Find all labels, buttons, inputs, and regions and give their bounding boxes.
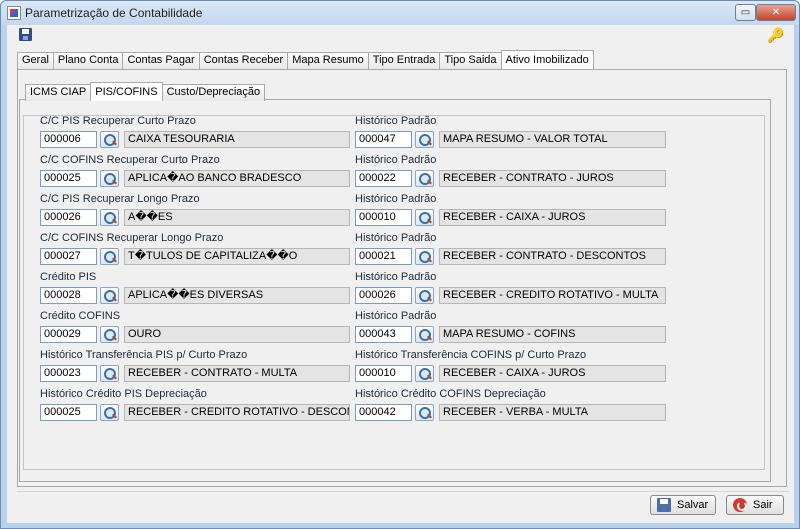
search-icon[interactable] bbox=[415, 248, 434, 265]
right-field-label: Histórico Padrão bbox=[355, 154, 437, 166]
right-code-input[interactable]: 000047 bbox=[355, 131, 412, 148]
left-description-field: T�TULOS DE CAPITALIZA��O bbox=[124, 248, 350, 265]
save-button[interactable]: Salvar bbox=[650, 495, 716, 515]
exit-button[interactable]: Sair bbox=[726, 495, 784, 515]
left-code-input[interactable]: 000029 bbox=[40, 326, 97, 343]
tab-mapa-resumo[interactable]: Mapa Resumo bbox=[287, 52, 369, 69]
right-code-input[interactable]: 000022 bbox=[355, 170, 412, 187]
left-field-label: C/C PIS Recuperar Longo Prazo bbox=[40, 193, 200, 205]
right-description-field: RECEBER - CREDITO ROTATIVO - MULTA bbox=[439, 287, 666, 304]
search-icon[interactable] bbox=[415, 131, 434, 148]
exit-icon bbox=[733, 498, 747, 512]
search-icon[interactable] bbox=[100, 326, 119, 343]
right-code-input[interactable]: 000042 bbox=[355, 404, 412, 421]
right-field-label: Histórico Transferência COFINS p/ Curto … bbox=[355, 349, 587, 361]
title-bar[interactable]: Parametrização de Contabilidade ▭ ✕ bbox=[1, 1, 799, 25]
left-field-label: Crédito COFINS bbox=[40, 310, 121, 322]
left-code-input[interactable]: 000023 bbox=[40, 365, 97, 382]
sub-tab-strip: ICMS CIAP PIS/COFINS Custo/Depreciação bbox=[17, 82, 266, 101]
left-code-input[interactable]: 000006 bbox=[40, 131, 97, 148]
right-field-label: Histórico Padrão bbox=[355, 310, 437, 322]
right-field-label: Histórico Padrão bbox=[355, 271, 437, 283]
exit-button-label: Sair bbox=[753, 499, 773, 511]
toolbar: 🔑 bbox=[7, 25, 794, 47]
left-field-label: C/C COFINS Recuperar Longo Prazo bbox=[40, 232, 224, 244]
search-icon[interactable] bbox=[100, 170, 119, 187]
right-description-field: RECEBER - CONTRATO - DESCONTOS bbox=[439, 248, 666, 265]
right-code-input[interactable]: 000010 bbox=[355, 365, 412, 382]
tab-tipo-entrada[interactable]: Tipo Entrada bbox=[367, 52, 441, 69]
search-icon[interactable] bbox=[415, 170, 434, 187]
tab-tipo-saida[interactable]: Tipo Saida bbox=[439, 52, 502, 69]
left-code-input[interactable]: 000025 bbox=[40, 170, 97, 187]
right-field-label: Histórico Padrão bbox=[355, 232, 437, 244]
left-description-field: OURO bbox=[124, 326, 350, 343]
right-code-input[interactable]: 000010 bbox=[355, 209, 412, 226]
save-button-label: Salvar bbox=[677, 499, 709, 511]
search-icon[interactable] bbox=[415, 404, 434, 421]
window-title: Parametrização de Contabilidade bbox=[25, 6, 203, 20]
left-code-input[interactable]: 000027 bbox=[40, 248, 97, 265]
left-field-label: Histórico Crédito PIS Depreciação bbox=[40, 388, 207, 400]
left-field-label: C/C COFINS Recuperar Curto Prazo bbox=[40, 154, 220, 166]
left-description-field: CAIXA TESOURARIA bbox=[124, 131, 350, 148]
right-description-field: RECEBER - VERBA - MULTA bbox=[439, 404, 666, 421]
right-description-field: MAPA RESUMO - VALOR TOTAL bbox=[439, 131, 666, 148]
left-code-input[interactable]: 000028 bbox=[40, 287, 97, 304]
right-code-input[interactable]: 000021 bbox=[355, 248, 412, 265]
tab-contas-receber[interactable]: Contas Receber bbox=[198, 52, 289, 69]
search-icon[interactable] bbox=[100, 209, 119, 226]
left-description-field: APLICA�AO BANCO BRADESCO bbox=[124, 170, 350, 187]
search-icon[interactable] bbox=[100, 365, 119, 382]
subtab-custo-deprecia-o[interactable]: Custo/Depreciação bbox=[161, 84, 266, 101]
app-window: Parametrização de Contabilidade ▭ ✕ 🔑 Ge… bbox=[0, 0, 800, 529]
right-code-input[interactable]: 000043 bbox=[355, 326, 412, 343]
right-field-label: Histórico Crédito COFINS Depreciação bbox=[355, 388, 546, 400]
left-description-field: RECEBER - CREDITO ROTATIVO - DESCONTOS bbox=[124, 404, 350, 421]
tab-ativo-imobilizado[interactable]: Ativo Imobilizado bbox=[500, 50, 594, 69]
search-icon[interactable] bbox=[100, 287, 119, 304]
search-icon[interactable] bbox=[100, 248, 119, 265]
tab-plano-conta[interactable]: Plano Conta bbox=[52, 52, 124, 69]
left-description-field: APLICA��ES DIVERSAS bbox=[124, 287, 350, 304]
right-description-field: RECEBER - CAIXA - JUROS bbox=[439, 365, 666, 382]
tab-contas-pagar[interactable]: Contas Pagar bbox=[122, 52, 200, 69]
subtab-icms-ciap[interactable]: ICMS CIAP bbox=[25, 84, 92, 101]
key-icon[interactable]: 🔑 bbox=[767, 27, 785, 45]
save-icon[interactable] bbox=[19, 28, 32, 41]
left-description-field: RECEBER - CONTRATO - MULTA bbox=[124, 365, 350, 382]
right-description-field: MAPA RESUMO - COFINS bbox=[439, 326, 666, 343]
search-icon[interactable] bbox=[415, 287, 434, 304]
search-icon[interactable] bbox=[415, 209, 434, 226]
right-description-field: RECEBER - CONTRATO - JUROS bbox=[439, 170, 666, 187]
subtab-pis-cofins[interactable]: PIS/COFINS bbox=[90, 82, 163, 101]
left-code-input[interactable]: 000025 bbox=[40, 404, 97, 421]
search-icon[interactable] bbox=[415, 326, 434, 343]
right-description-field: RECEBER - CAIXA - JUROS bbox=[439, 209, 666, 226]
client-area: 🔑 Geral Plano Conta Contas Pagar Contas Rec… bbox=[7, 25, 794, 523]
close-button[interactable]: ✕ bbox=[756, 4, 796, 21]
left-field-label: C/C PIS Recuperar Curto Prazo bbox=[40, 115, 196, 127]
save-icon bbox=[657, 498, 671, 512]
search-icon[interactable] bbox=[100, 131, 119, 148]
tab-geral[interactable]: Geral bbox=[17, 52, 54, 69]
left-code-input[interactable]: 000026 bbox=[40, 209, 97, 226]
search-icon[interactable] bbox=[100, 404, 119, 421]
left-field-label: Histórico Transferência PIS p/ Curto Pra… bbox=[40, 349, 248, 361]
left-field-label: Crédito PIS bbox=[40, 271, 97, 283]
left-description-field: A��ES bbox=[124, 209, 350, 226]
main-tab-strip: Geral Plano Conta Contas Pagar Contas Receb… bbox=[17, 50, 594, 70]
right-field-label: Histórico Padrão bbox=[355, 193, 437, 205]
search-icon[interactable] bbox=[415, 365, 434, 382]
right-field-label: Histórico Padrão bbox=[355, 115, 437, 127]
right-code-input[interactable]: 000026 bbox=[355, 287, 412, 304]
restore-button[interactable]: ▭ bbox=[735, 4, 756, 21]
app-icon bbox=[7, 6, 21, 20]
